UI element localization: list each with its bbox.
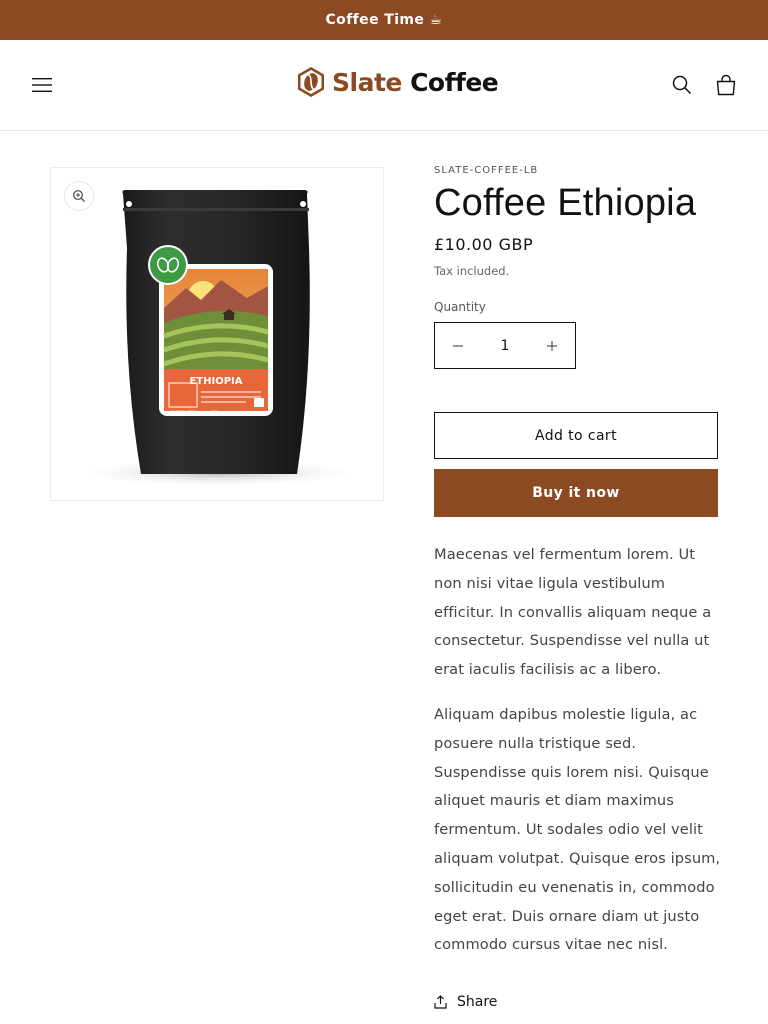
site-logo[interactable]: Slate Coffee (296, 64, 499, 100)
logo-text: Slate Coffee (332, 67, 499, 97)
cart-button[interactable] (710, 69, 742, 101)
quantity-label: Quantity (434, 300, 486, 314)
logo-word-slate: Slate (332, 67, 402, 97)
add-to-cart-button[interactable]: Add to cart (434, 412, 718, 459)
search-icon (672, 75, 692, 95)
quantity-decrease-button[interactable] (435, 323, 481, 368)
cart-icon (716, 74, 736, 96)
bag-weight-text: 250g (211, 410, 222, 415)
site-header: Slate Coffee (0, 40, 768, 131)
coffee-bean-logo-icon (298, 67, 324, 97)
logo-word-coffee: Coffee (410, 67, 499, 97)
bag-label-text: ETHIOPIA (189, 376, 242, 387)
description-paragraph: Maecenas vel fermentum lorem. Ut non nis… (434, 546, 712, 679)
share-icon (434, 995, 447, 1009)
product-image: ETHIOPIA COFFEE STAR 250g (69, 190, 369, 487)
minus-icon (453, 344, 463, 347)
buy-now-button[interactable]: Buy it now (434, 469, 718, 517)
description-paragraph: Aliquam dapibus molestie ligula, ac posu… (434, 705, 721, 954)
share-label: Share (457, 994, 498, 1010)
quantity-input[interactable] (485, 337, 525, 354)
tax-note: Tax included. (434, 264, 510, 278)
product-vendor: SLATE-COFFEE-LB (434, 165, 539, 176)
hamburger-icon (32, 78, 52, 92)
menu-button[interactable] (26, 69, 58, 101)
bag-brand-text: COFFEE STAR (169, 410, 196, 415)
search-button[interactable] (666, 69, 698, 101)
announcement-bar: Coffee Time ☕ (0, 0, 768, 40)
zoom-icon (73, 190, 85, 202)
zoom-button[interactable] (64, 181, 94, 211)
product-price: £10.00 GBP (434, 235, 534, 254)
quantity-increase-button[interactable] (529, 323, 575, 368)
product-media[interactable]: ETHIOPIA COFFEE STAR 250g (50, 167, 384, 501)
plus-icon (547, 340, 557, 351)
share-button[interactable]: Share (434, 994, 497, 1010)
product-info: SLATE-COFFEE-LB Coffee Ethiopia £10.00 G… (434, 165, 718, 369)
announcement-text: Coffee Time ☕ (325, 12, 443, 28)
quantity-selector (434, 322, 576, 369)
product-description: Maecenas vel fermentum lorem. Ut non nis… (434, 541, 724, 960)
product-title: Coffee Ethiopia (434, 182, 697, 224)
